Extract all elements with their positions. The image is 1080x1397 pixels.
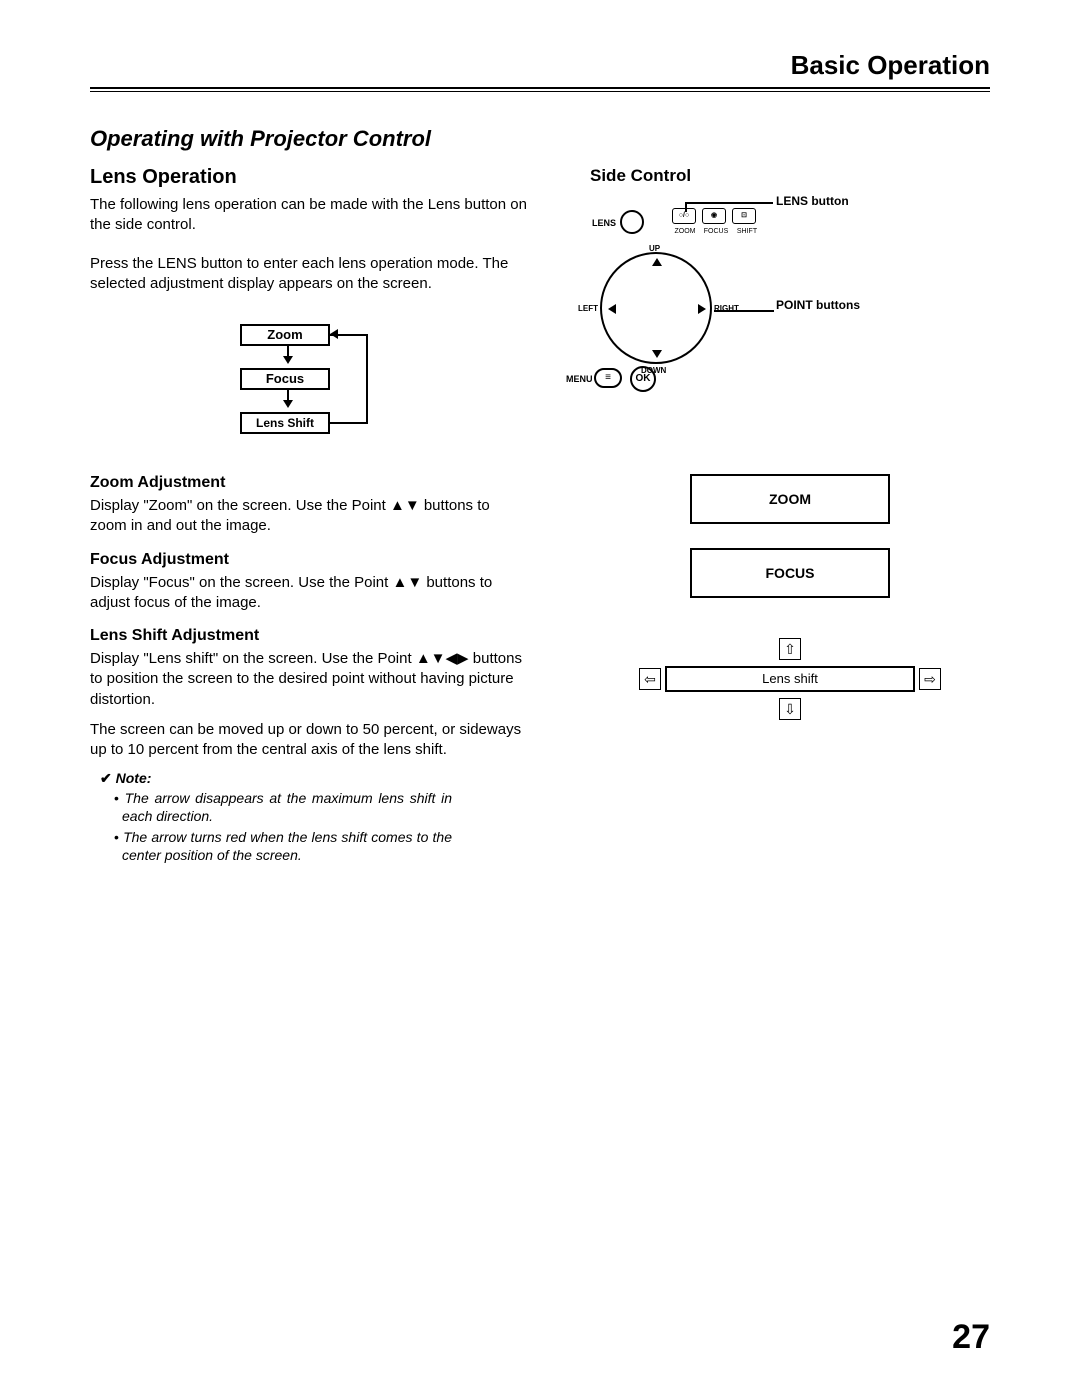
lens-op-p2: Press the LENS button to enter each lens… bbox=[90, 254, 530, 295]
zoom-mode-label: ZOOM bbox=[672, 228, 698, 235]
note-block: Note: The arrow disappears at the maximu… bbox=[90, 770, 530, 864]
all-arrows-icon: ▲▼◀▶ bbox=[416, 650, 469, 667]
shift-adj-text: Display "Lens shift" on the screen. Use … bbox=[90, 649, 530, 710]
triangle-left-icon bbox=[608, 304, 616, 314]
callout-line-icon bbox=[714, 310, 774, 312]
updown-triangles-icon: ▲▼ bbox=[390, 497, 420, 514]
note-item: The arrow disappears at the maximum lens… bbox=[112, 789, 452, 825]
arrow-right-box-icon: ⇨ bbox=[919, 668, 941, 690]
focus-adj-text: Display "Focus" on the screen. Use the P… bbox=[90, 573, 530, 614]
note-item: The arrow turns red when the lens shift … bbox=[112, 828, 452, 864]
zoom-osd-box: ZOOM bbox=[690, 474, 890, 524]
lens-button-icon bbox=[620, 210, 644, 234]
shift-mode-icon: ⊡ bbox=[732, 208, 756, 224]
mode-lensshift-box: Lens Shift bbox=[240, 412, 330, 434]
note-label: Note: bbox=[100, 770, 530, 787]
dpad-circle-icon bbox=[600, 252, 712, 364]
menu-label: MENU bbox=[566, 374, 593, 384]
triangle-down-icon bbox=[652, 350, 662, 358]
side-control-diagram: LENS ○/○ ◉ ⊡ ZOOM FOCUS SHIFT LENS butto… bbox=[590, 194, 910, 394]
dpad-right-label: RIGHT bbox=[714, 304, 739, 313]
divider-thin bbox=[90, 91, 990, 92]
zoom-adj-heading: Zoom Adjustment bbox=[90, 474, 530, 492]
mode-cycle-diagram: Zoom Focus Lens Shift bbox=[90, 324, 530, 434]
focus-adj-heading: Focus Adjustment bbox=[90, 551, 530, 569]
shift-mode-label: SHIFT bbox=[734, 228, 760, 235]
side-control-heading: Side Control bbox=[590, 166, 990, 186]
lens-shift-osd-box: Lens shift bbox=[665, 666, 915, 692]
focus-osd-box: FOCUS bbox=[690, 548, 890, 598]
arrow-left-box-icon: ⇦ bbox=[639, 668, 661, 690]
lens-shift-diagram: ⇧ ⇦ Lens shift ⇨ ⇩ bbox=[645, 628, 935, 728]
point-buttons-callout: POINT buttons bbox=[776, 298, 860, 312]
divider-thick bbox=[90, 87, 990, 89]
triangle-right-icon bbox=[698, 304, 706, 314]
mode-zoom-box: Zoom bbox=[240, 324, 330, 346]
zoom-mode-icon: ○/○ bbox=[672, 208, 696, 224]
lens-op-p1: The following lens operation can be made… bbox=[90, 195, 530, 236]
menu-button-icon: ≡ bbox=[594, 368, 622, 388]
lens-operation-heading: Lens Operation bbox=[90, 166, 530, 189]
shift-adj-heading: Lens Shift Adjustment bbox=[90, 627, 530, 645]
updown-triangles-icon: ▲▼ bbox=[392, 574, 422, 591]
arrow-down-icon bbox=[283, 400, 293, 408]
shift-adj-text2: The screen can be moved up or down to 50… bbox=[90, 720, 530, 761]
callout-line-icon bbox=[685, 202, 773, 204]
arrow-down-box-icon: ⇩ bbox=[779, 698, 801, 720]
mode-focus-box: Focus bbox=[240, 368, 330, 390]
focus-mode-label: FOCUS bbox=[703, 228, 729, 235]
arrow-down-icon bbox=[283, 356, 293, 364]
section-title: Operating with Projector Control bbox=[90, 126, 990, 152]
focus-mode-icon: ◉ bbox=[702, 208, 726, 224]
lens-label: LENS bbox=[592, 218, 616, 228]
triangle-up-icon bbox=[652, 258, 662, 266]
dpad-up-label: UP bbox=[649, 244, 660, 253]
page-header-title: Basic Operation bbox=[90, 50, 990, 87]
arrow-up-box-icon: ⇧ bbox=[779, 638, 801, 660]
page-number: 27 bbox=[952, 1318, 990, 1357]
arrow-left-icon bbox=[330, 329, 338, 339]
zoom-adj-text: Display "Zoom" on the screen. Use the Po… bbox=[90, 496, 530, 537]
dpad-left-label: LEFT bbox=[578, 304, 598, 313]
lens-button-callout: LENS button bbox=[776, 194, 849, 208]
ok-button-icon: OK bbox=[630, 366, 656, 392]
